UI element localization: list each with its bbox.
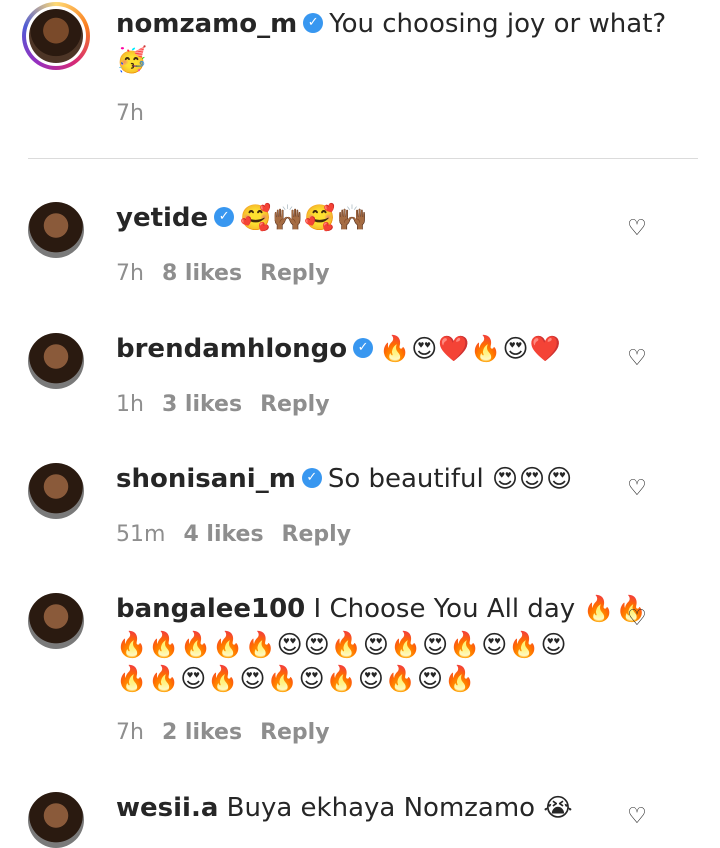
- comment-meta: 1h 3 likes Reply: [116, 392, 348, 417]
- heart-outline-icon[interactable]: ♡: [626, 608, 648, 630]
- comment-time: 7h: [116, 720, 144, 745]
- caption-text: You choosing joy or what?: [329, 9, 667, 39]
- post-time: 7h: [116, 101, 144, 126]
- comment-text: I Choose You All day: [313, 594, 576, 624]
- comment-username[interactable]: bangalee100: [116, 594, 305, 624]
- comment-emoji: 😍😍😍: [491, 464, 574, 493]
- comment-emoji: 🥰🙌🏾🥰🙌🏾: [240, 203, 369, 232]
- avatar[interactable]: [28, 593, 84, 649]
- likes-count[interactable]: 3 likes: [162, 392, 242, 417]
- reply-button[interactable]: Reply: [260, 720, 330, 745]
- comment-text: So beautiful: [327, 464, 484, 494]
- avatar[interactable]: [28, 333, 84, 389]
- comment-emoji: 🔥😍❤️🔥😍❤️: [379, 334, 562, 363]
- avatar[interactable]: [28, 792, 84, 848]
- comment-emoji-line: 🔥🔥😍🔥😍🔥😍🔥😍🔥😍🔥: [116, 664, 477, 693]
- comment-text: Buya ekhaya Nomzamo: [226, 793, 536, 823]
- comment-username[interactable]: yetide: [116, 203, 208, 233]
- reply-button[interactable]: Reply: [260, 261, 330, 286]
- comment-line: wesii.a Buya ekhaya Nomzamo 😭: [116, 792, 574, 824]
- avatar[interactable]: [28, 202, 84, 258]
- heart-outline-icon[interactable]: ♡: [626, 218, 648, 240]
- comment-line: shonisani_m ✓ So beautiful 😍😍😍: [116, 463, 573, 495]
- post-author-avatar[interactable]: [22, 2, 90, 70]
- comment-line: yetide ✓ 🥰🙌🏾🥰🙌🏾: [116, 202, 369, 234]
- likes-count[interactable]: 8 likes: [162, 261, 242, 286]
- comment-time: 1h: [116, 392, 144, 417]
- heart-outline-icon[interactable]: ♡: [626, 348, 648, 370]
- comment-emoji: 😭: [543, 793, 574, 822]
- post-username[interactable]: nomzamo_m: [116, 9, 297, 39]
- comment-line: brendamhlongo ✓ 🔥😍❤️🔥😍❤️: [116, 333, 562, 365]
- post-caption: nomzamo_m ✓ You choosing joy or what? 🥳 7h: [0, 0, 720, 160]
- comment-meta: 7h 8 likes Reply: [116, 261, 348, 286]
- reply-button[interactable]: Reply: [282, 522, 352, 547]
- verified-badge-icon: ✓: [303, 12, 324, 33]
- caption-line: nomzamo_m ✓ You choosing joy or what?: [116, 8, 666, 40]
- comment-time: 7h: [116, 261, 144, 286]
- likes-count[interactable]: 4 likes: [183, 522, 263, 547]
- comment-emoji-line: 🔥🔥🔥🔥🔥😍😍🔥😍🔥😍🔥😍🔥😍: [116, 630, 568, 659]
- avatar[interactable]: [28, 463, 84, 519]
- reply-button[interactable]: Reply: [260, 392, 330, 417]
- likes-count[interactable]: 2 likes: [162, 720, 242, 745]
- comment-line: bangalee100 I Choose You All day 🔥🔥: [116, 593, 648, 625]
- comment-username[interactable]: wesii.a: [116, 793, 218, 823]
- comment-meta: 51m 4 likes Reply: [116, 522, 369, 547]
- heart-outline-icon[interactable]: ♡: [626, 478, 648, 500]
- comment-username[interactable]: brendamhlongo: [116, 334, 347, 364]
- verified-badge-icon: ✓: [301, 467, 322, 488]
- comment-time: 51m: [116, 522, 166, 547]
- verified-badge-icon: ✓: [353, 337, 374, 358]
- caption-emoji: 🥳: [116, 45, 149, 74]
- comment-username[interactable]: shonisani_m: [116, 464, 296, 494]
- heart-outline-icon[interactable]: ♡: [626, 806, 648, 828]
- comment-meta: 7h 2 likes Reply: [116, 720, 348, 745]
- divider: [28, 158, 698, 159]
- verified-badge-icon: ✓: [214, 206, 235, 227]
